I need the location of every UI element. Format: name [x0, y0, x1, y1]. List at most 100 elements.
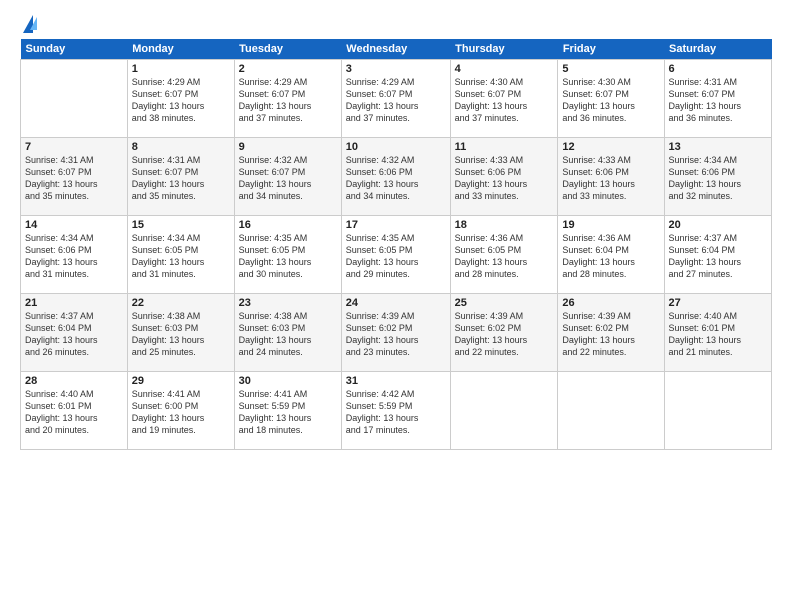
day-number: 10: [346, 141, 446, 153]
day-number: 8: [132, 141, 230, 153]
day-info: Sunrise: 4:40 AM Sunset: 6:01 PM Dayligh…: [669, 310, 768, 359]
day-cell: 27Sunrise: 4:40 AM Sunset: 6:01 PM Dayli…: [664, 294, 772, 372]
day-info: Sunrise: 4:30 AM Sunset: 6:07 PM Dayligh…: [455, 76, 554, 125]
day-info: Sunrise: 4:31 AM Sunset: 6:07 PM Dayligh…: [25, 154, 123, 203]
day-number: 26: [562, 297, 659, 309]
day-cell: 13Sunrise: 4:34 AM Sunset: 6:06 PM Dayli…: [664, 138, 772, 216]
day-info: Sunrise: 4:38 AM Sunset: 6:03 PM Dayligh…: [239, 310, 337, 359]
day-number: 3: [346, 63, 446, 75]
day-number: 22: [132, 297, 230, 309]
day-number: 7: [25, 141, 123, 153]
day-cell: [664, 372, 772, 450]
day-number: 18: [455, 219, 554, 231]
day-number: 27: [669, 297, 768, 309]
day-cell: 2Sunrise: 4:29 AM Sunset: 6:07 PM Daylig…: [234, 60, 341, 138]
day-info: Sunrise: 4:31 AM Sunset: 6:07 PM Dayligh…: [669, 76, 768, 125]
day-cell: 28Sunrise: 4:40 AM Sunset: 6:01 PM Dayli…: [21, 372, 128, 450]
day-info: Sunrise: 4:35 AM Sunset: 6:05 PM Dayligh…: [346, 232, 446, 281]
day-info: Sunrise: 4:30 AM Sunset: 6:07 PM Dayligh…: [562, 76, 659, 125]
day-cell: 29Sunrise: 4:41 AM Sunset: 6:00 PM Dayli…: [127, 372, 234, 450]
weekday-wednesday: Wednesday: [341, 39, 450, 60]
day-number: 5: [562, 63, 659, 75]
week-row-2: 7Sunrise: 4:31 AM Sunset: 6:07 PM Daylig…: [21, 138, 772, 216]
day-number: 25: [455, 297, 554, 309]
day-cell: 22Sunrise: 4:38 AM Sunset: 6:03 PM Dayli…: [127, 294, 234, 372]
day-info: Sunrise: 4:29 AM Sunset: 6:07 PM Dayligh…: [346, 76, 446, 125]
day-number: 2: [239, 63, 337, 75]
day-cell: 8Sunrise: 4:31 AM Sunset: 6:07 PM Daylig…: [127, 138, 234, 216]
day-number: 15: [132, 219, 230, 231]
day-info: Sunrise: 4:39 AM Sunset: 6:02 PM Dayligh…: [455, 310, 554, 359]
day-info: Sunrise: 4:29 AM Sunset: 6:07 PM Dayligh…: [132, 76, 230, 125]
day-number: 9: [239, 141, 337, 153]
day-cell: 16Sunrise: 4:35 AM Sunset: 6:05 PM Dayli…: [234, 216, 341, 294]
day-info: Sunrise: 4:37 AM Sunset: 6:04 PM Dayligh…: [25, 310, 123, 359]
day-cell: 9Sunrise: 4:32 AM Sunset: 6:07 PM Daylig…: [234, 138, 341, 216]
day-number: 29: [132, 375, 230, 387]
weekday-sunday: Sunday: [21, 39, 128, 60]
day-cell: 26Sunrise: 4:39 AM Sunset: 6:02 PM Dayli…: [558, 294, 664, 372]
day-info: Sunrise: 4:33 AM Sunset: 6:06 PM Dayligh…: [562, 154, 659, 203]
day-info: Sunrise: 4:37 AM Sunset: 6:04 PM Dayligh…: [669, 232, 768, 281]
weekday-header-row: SundayMondayTuesdayWednesdayThursdayFrid…: [21, 39, 772, 60]
day-cell: [558, 372, 664, 450]
day-number: 24: [346, 297, 446, 309]
day-number: 12: [562, 141, 659, 153]
day-cell: 7Sunrise: 4:31 AM Sunset: 6:07 PM Daylig…: [21, 138, 128, 216]
day-cell: 4Sunrise: 4:30 AM Sunset: 6:07 PM Daylig…: [450, 60, 558, 138]
day-number: 19: [562, 219, 659, 231]
day-info: Sunrise: 4:39 AM Sunset: 6:02 PM Dayligh…: [346, 310, 446, 359]
day-number: 31: [346, 375, 446, 387]
day-cell: 14Sunrise: 4:34 AM Sunset: 6:06 PM Dayli…: [21, 216, 128, 294]
day-info: Sunrise: 4:39 AM Sunset: 6:02 PM Dayligh…: [562, 310, 659, 359]
week-row-3: 14Sunrise: 4:34 AM Sunset: 6:06 PM Dayli…: [21, 216, 772, 294]
day-number: 28: [25, 375, 123, 387]
day-info: Sunrise: 4:36 AM Sunset: 6:04 PM Dayligh…: [562, 232, 659, 281]
logo: [20, 15, 37, 31]
day-info: Sunrise: 4:32 AM Sunset: 6:06 PM Dayligh…: [346, 154, 446, 203]
day-info: Sunrise: 4:35 AM Sunset: 6:05 PM Dayligh…: [239, 232, 337, 281]
day-info: Sunrise: 4:42 AM Sunset: 5:59 PM Dayligh…: [346, 388, 446, 437]
day-number: 17: [346, 219, 446, 231]
day-info: Sunrise: 4:33 AM Sunset: 6:06 PM Dayligh…: [455, 154, 554, 203]
day-cell: 18Sunrise: 4:36 AM Sunset: 6:05 PM Dayli…: [450, 216, 558, 294]
week-row-4: 21Sunrise: 4:37 AM Sunset: 6:04 PM Dayli…: [21, 294, 772, 372]
day-number: 21: [25, 297, 123, 309]
day-number: 14: [25, 219, 123, 231]
day-info: Sunrise: 4:32 AM Sunset: 6:07 PM Dayligh…: [239, 154, 337, 203]
day-number: 11: [455, 141, 554, 153]
day-info: Sunrise: 4:36 AM Sunset: 6:05 PM Dayligh…: [455, 232, 554, 281]
day-number: 23: [239, 297, 337, 309]
day-cell: 6Sunrise: 4:31 AM Sunset: 6:07 PM Daylig…: [664, 60, 772, 138]
day-number: 13: [669, 141, 768, 153]
day-cell: 3Sunrise: 4:29 AM Sunset: 6:07 PM Daylig…: [341, 60, 450, 138]
day-cell: 23Sunrise: 4:38 AM Sunset: 6:03 PM Dayli…: [234, 294, 341, 372]
weekday-saturday: Saturday: [664, 39, 772, 60]
day-number: 20: [669, 219, 768, 231]
day-number: 30: [239, 375, 337, 387]
day-cell: 21Sunrise: 4:37 AM Sunset: 6:04 PM Dayli…: [21, 294, 128, 372]
day-cell: 20Sunrise: 4:37 AM Sunset: 6:04 PM Dayli…: [664, 216, 772, 294]
page-header: [20, 15, 772, 31]
day-number: 6: [669, 63, 768, 75]
day-cell: [450, 372, 558, 450]
day-info: Sunrise: 4:34 AM Sunset: 6:06 PM Dayligh…: [25, 232, 123, 281]
weekday-tuesday: Tuesday: [234, 39, 341, 60]
week-row-1: 1Sunrise: 4:29 AM Sunset: 6:07 PM Daylig…: [21, 60, 772, 138]
day-cell: 31Sunrise: 4:42 AM Sunset: 5:59 PM Dayli…: [341, 372, 450, 450]
day-info: Sunrise: 4:41 AM Sunset: 5:59 PM Dayligh…: [239, 388, 337, 437]
day-cell: 5Sunrise: 4:30 AM Sunset: 6:07 PM Daylig…: [558, 60, 664, 138]
day-cell: 30Sunrise: 4:41 AM Sunset: 5:59 PM Dayli…: [234, 372, 341, 450]
day-cell: 15Sunrise: 4:34 AM Sunset: 6:05 PM Dayli…: [127, 216, 234, 294]
calendar-table: SundayMondayTuesdayWednesdayThursdayFrid…: [20, 39, 772, 450]
day-cell: 10Sunrise: 4:32 AM Sunset: 6:06 PM Dayli…: [341, 138, 450, 216]
day-info: Sunrise: 4:34 AM Sunset: 6:06 PM Dayligh…: [669, 154, 768, 203]
day-cell: 11Sunrise: 4:33 AM Sunset: 6:06 PM Dayli…: [450, 138, 558, 216]
day-number: 16: [239, 219, 337, 231]
weekday-friday: Friday: [558, 39, 664, 60]
day-number: 4: [455, 63, 554, 75]
day-info: Sunrise: 4:40 AM Sunset: 6:01 PM Dayligh…: [25, 388, 123, 437]
day-cell: 1Sunrise: 4:29 AM Sunset: 6:07 PM Daylig…: [127, 60, 234, 138]
day-cell: 12Sunrise: 4:33 AM Sunset: 6:06 PM Dayli…: [558, 138, 664, 216]
day-info: Sunrise: 4:29 AM Sunset: 6:07 PM Dayligh…: [239, 76, 337, 125]
